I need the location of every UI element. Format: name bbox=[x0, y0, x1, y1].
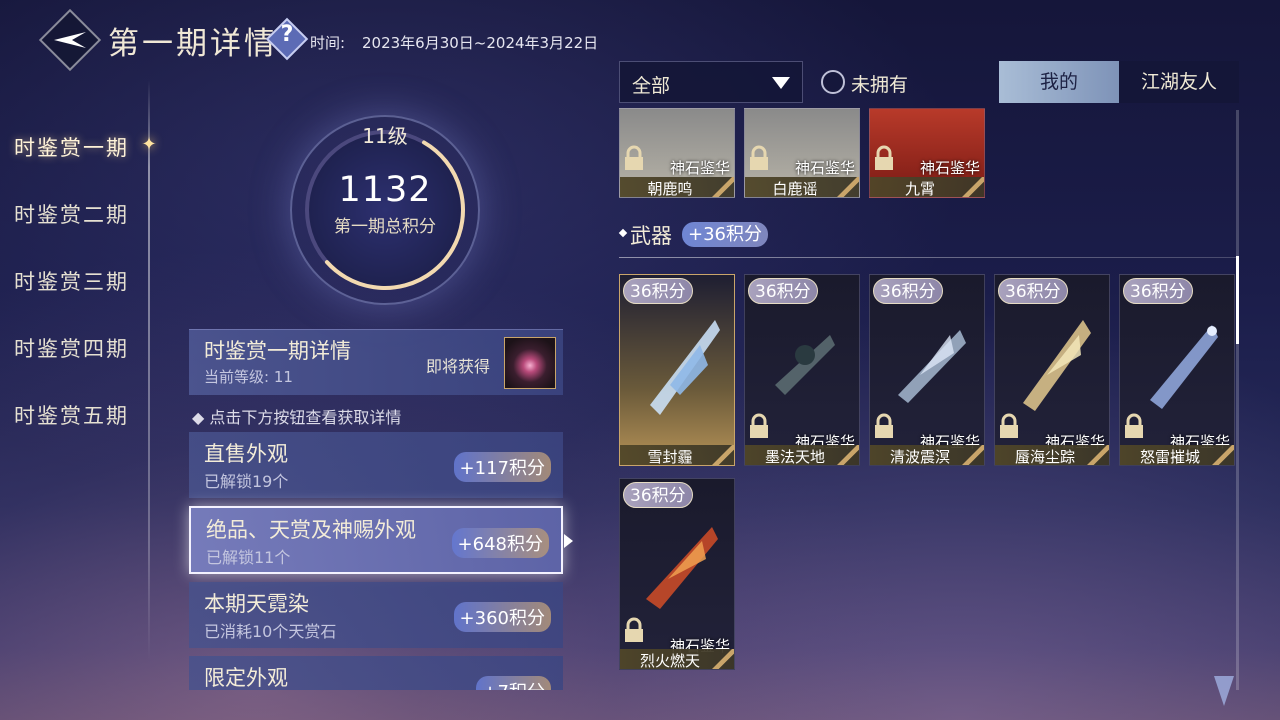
category-points-badge: +7积分 bbox=[476, 676, 551, 690]
category-limited[interactable]: 限定外观 +7积分 bbox=[189, 656, 563, 690]
item-name: 雪封霾 bbox=[647, 448, 693, 466]
scrollbar-track[interactable] bbox=[1236, 110, 1239, 690]
selected-arrow-icon bbox=[564, 534, 573, 548]
category-subtitle: 已解锁11个 bbox=[206, 548, 291, 567]
corner-flag-icon bbox=[962, 445, 984, 465]
item-card[interactable]: 神石鉴华 九霄 bbox=[869, 108, 985, 198]
soon-label: 即将获得 bbox=[426, 357, 491, 376]
scrollbar-thumb[interactable] bbox=[1236, 256, 1239, 344]
lock-icon bbox=[750, 413, 768, 438]
category-points-badge: +117积分 bbox=[453, 452, 551, 482]
item-name: 清波震溟 bbox=[889, 448, 950, 466]
category-points-badge: +360积分 bbox=[453, 602, 551, 632]
total-score-label: 第一期总积分 bbox=[334, 217, 436, 237]
score-progress-arc bbox=[305, 130, 465, 290]
category-title: 限定外观 bbox=[204, 666, 288, 690]
weapon-card[interactable]: 36积分 神石鉴华 蜃海尘踪 bbox=[994, 274, 1110, 466]
period-value: 2023年6月30日~2024年3月22日 bbox=[362, 34, 599, 52]
corner-flag-icon bbox=[1212, 445, 1234, 465]
item-name: 烈火燃天 bbox=[639, 652, 700, 670]
nav-item-period-5[interactable]: 时鉴赏五期 bbox=[14, 400, 129, 430]
category-title: 直售外观 bbox=[204, 442, 288, 466]
item-points-badge: 36积分 bbox=[873, 278, 943, 304]
weapon-card[interactable]: 36积分 神石鉴华 墨法天地 bbox=[744, 274, 860, 466]
item-card[interactable]: 神石鉴华 白鹿谣 bbox=[744, 108, 860, 198]
lock-icon bbox=[875, 413, 893, 438]
unowned-label: 未拥有 bbox=[851, 74, 909, 96]
lock-icon bbox=[1000, 413, 1018, 438]
lock-icon bbox=[625, 617, 643, 642]
item-points-badge: 36积分 bbox=[1123, 278, 1193, 304]
nav-divider bbox=[148, 80, 150, 660]
item-name: 怒雷摧城 bbox=[1139, 448, 1200, 466]
item-points-badge: 36积分 bbox=[998, 278, 1068, 304]
help-icon: ? bbox=[280, 22, 294, 47]
section-title: 武器 bbox=[630, 224, 672, 248]
category-title: 绝品、天赏及神赐外观 bbox=[206, 518, 416, 542]
chevron-down-icon bbox=[772, 77, 790, 89]
weapon-card[interactable]: 36积分 雪封霾 bbox=[619, 274, 735, 466]
item-card[interactable]: 神石鉴华 朝鹿鸣 bbox=[619, 108, 735, 198]
filter-dropdown[interactable]: 全部 bbox=[619, 61, 803, 103]
tab-friends[interactable]: 江湖友人 bbox=[1119, 61, 1239, 103]
nav-item-period-2[interactable]: 时鉴赏二期 bbox=[14, 199, 129, 229]
lock-icon bbox=[750, 145, 768, 170]
current-level: 当前等级: 11 bbox=[204, 368, 293, 386]
next-reward-icon[interactable] bbox=[504, 337, 556, 389]
back-arrow-icon bbox=[54, 32, 86, 48]
corner-flag-icon bbox=[837, 177, 859, 197]
category-direct-sale[interactable]: 直售外观 已解锁19个 +117积分 bbox=[189, 432, 563, 498]
active-star-icon: ✦ bbox=[141, 134, 157, 155]
section-divider bbox=[619, 257, 1236, 258]
item-name: 墨法天地 bbox=[764, 448, 825, 466]
item-points-badge: 36积分 bbox=[748, 278, 818, 304]
item-points-badge: 36积分 bbox=[623, 482, 693, 508]
item-name: 朝鹿鸣 bbox=[647, 180, 693, 198]
item-source: 神石鉴华 bbox=[919, 159, 980, 177]
nav-item-period-3[interactable]: 时鉴赏三期 bbox=[14, 266, 129, 296]
corner-flag-icon bbox=[712, 649, 734, 669]
item-points-badge: 36积分 bbox=[623, 278, 693, 304]
detail-title: 时鉴赏一期详情 bbox=[204, 339, 351, 363]
category-title: 本期天霓染 bbox=[204, 592, 309, 616]
item-name: 白鹿谣 bbox=[772, 180, 818, 198]
total-score: 1132 bbox=[338, 170, 432, 210]
corner-flag-icon bbox=[712, 445, 734, 465]
corner-flag-icon bbox=[962, 177, 984, 197]
nav-item-period-1[interactable]: 时鉴赏一期 bbox=[14, 132, 129, 162]
lock-icon bbox=[875, 145, 893, 170]
filter-selected-value: 全部 bbox=[632, 75, 671, 97]
corner-flag-icon bbox=[837, 445, 859, 465]
weapon-card[interactable]: 36积分 神石鉴华 怒雷摧城 bbox=[1119, 274, 1235, 466]
category-subtitle: 已解锁19个 bbox=[204, 472, 289, 491]
weapon-card[interactable]: 36积分 神石鉴华 烈火燃天 bbox=[619, 478, 735, 670]
lock-icon bbox=[625, 145, 643, 170]
category-premium[interactable]: 绝品、天赏及神赐外观 已解锁11个 +648积分 bbox=[189, 506, 563, 574]
category-points-badge: +648积分 bbox=[451, 528, 549, 558]
corner-decoration-icon bbox=[1214, 676, 1234, 706]
hint-text: ◆ 点击下方按钮查看获取详情 bbox=[192, 408, 402, 427]
corner-flag-icon bbox=[1087, 445, 1109, 465]
category-dye[interactable]: 本期天霓染 已消耗10个天赏石 +360积分 bbox=[189, 582, 563, 648]
tab-mine[interactable]: 我的 bbox=[999, 61, 1119, 103]
item-source: 神石鉴华 bbox=[669, 159, 730, 177]
section-bullet-icon bbox=[618, 228, 628, 238]
category-subtitle: 已消耗10个天赏石 bbox=[204, 622, 337, 641]
period-label: 时间: bbox=[310, 34, 346, 52]
nav-item-period-4[interactable]: 时鉴赏四期 bbox=[14, 333, 129, 363]
corner-flag-icon bbox=[712, 177, 734, 197]
level-label: 11级 bbox=[362, 124, 408, 148]
item-source: 神石鉴华 bbox=[794, 159, 855, 177]
item-name: 蜃海尘踪 bbox=[1014, 448, 1075, 466]
section-points-badge: +36积分 bbox=[682, 222, 768, 247]
lock-icon bbox=[1125, 413, 1143, 438]
weapon-card[interactable]: 36积分 神石鉴华 清波震溟 bbox=[869, 274, 985, 466]
unowned-radio[interactable] bbox=[821, 70, 845, 94]
item-name: 九霄 bbox=[904, 180, 935, 198]
page-title: 第一期详情 bbox=[108, 26, 278, 62]
